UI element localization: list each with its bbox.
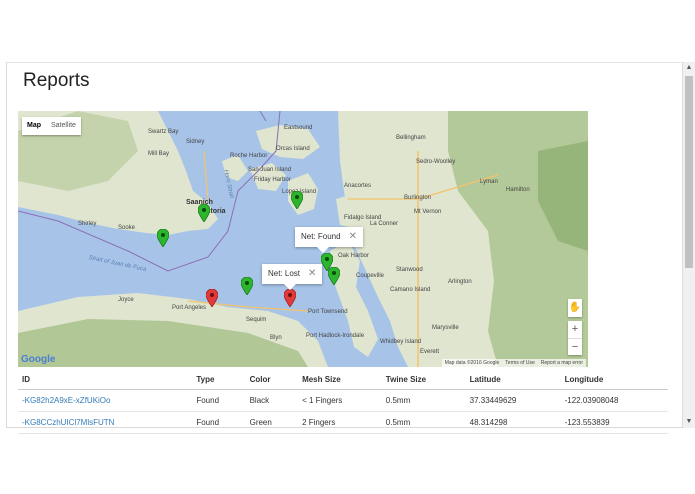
column-header-twine-size[interactable]: Twine Size — [381, 369, 466, 390]
found-marker[interactable] — [198, 204, 210, 222]
place-label: Coupeville — [356, 273, 385, 279]
place-label: La Conner — [370, 221, 399, 227]
map-attribution: Map data ©2016 Google Terms of Use Repor… — [441, 359, 586, 367]
place-label: Lyman — [480, 179, 498, 185]
report-id-link[interactable]: -KG8CCzhUICl7MlsFUTN — [22, 418, 114, 427]
place-label: Whidbey Island — [380, 339, 422, 345]
place-label: San Juan Island — [248, 167, 292, 173]
column-header-latitude[interactable]: Latitude — [465, 369, 561, 390]
cell-longitude: -123.553839 — [560, 411, 668, 434]
place-label: Oak Harbor — [338, 253, 370, 259]
cell-id: -KG8CCzhUICl7MlsFUTN — [18, 411, 193, 434]
cell-longitude: -122.03908048 — [560, 389, 668, 412]
place-label: Marysville — [432, 325, 459, 331]
map-type-map-button[interactable]: Map — [22, 117, 46, 135]
column-header-color[interactable]: Color — [245, 369, 299, 390]
place-label: Bellingham — [396, 135, 426, 141]
cell-type: Found — [192, 389, 246, 412]
place-label: Camano Island — [390, 287, 431, 293]
place-label: Sidney — [186, 139, 205, 145]
place-label: Mill Bay — [148, 151, 170, 157]
zoom-control: + − — [568, 321, 582, 355]
place-label: Stanwood — [396, 267, 423, 273]
cell-twine-size: 0.5mm — [381, 411, 466, 434]
zoom-out-button[interactable]: − — [568, 339, 582, 356]
place-label: Blyn — [270, 335, 282, 341]
zoom-in-button[interactable]: + — [568, 321, 582, 339]
cell-mesh-size: < 1 Fingers — [298, 389, 382, 412]
column-header-longitude[interactable]: Longitude — [560, 369, 668, 390]
info-window-label: Net: Lost — [268, 269, 301, 278]
place-label: Swartz Bay — [148, 129, 179, 135]
report-error-link[interactable]: Report a map error — [541, 360, 583, 366]
scroll-up-arrow-icon[interactable]: ▲ — [683, 62, 695, 74]
cell-latitude: 37.33449629 — [465, 389, 561, 412]
place-label: Sequim — [246, 317, 267, 323]
place-label: Anacortes — [344, 183, 372, 189]
place-label: Burlington — [404, 195, 432, 201]
cell-color: Black — [245, 389, 299, 412]
column-header-id[interactable]: ID — [18, 369, 193, 390]
column-header-type[interactable]: Type — [192, 369, 246, 390]
place-label: Sedro-Woolley — [416, 159, 456, 165]
close-icon[interactable]: ✕ — [308, 268, 316, 279]
place-label: Sooke — [118, 225, 136, 231]
reports-table: ID Type Color Mesh Size Twine Size Latit… — [18, 369, 668, 434]
place-label: Eastsound — [284, 125, 313, 131]
place-label: Orcas Island — [276, 146, 310, 152]
place-label: Everett — [420, 349, 440, 355]
place-label: Port Angeles — [172, 305, 207, 311]
cell-latitude: 48.314298 — [465, 411, 561, 434]
found-marker[interactable] — [291, 191, 303, 209]
pegman-icon[interactable]: ✋ — [568, 299, 582, 317]
info-window-lost: Net: Lost ✕ — [262, 264, 323, 290]
page-title: Reports — [23, 70, 90, 91]
table-row: -KG82h2A9xE-xZfUKiOo Found Black < 1 Fin… — [18, 389, 668, 412]
place-label: Friday Harbor — [254, 177, 291, 183]
cell-color: Green — [245, 411, 299, 434]
column-header-mesh-size[interactable]: Mesh Size — [298, 369, 382, 390]
frame-top-border — [6, 62, 682, 63]
map[interactable]: Map Satellite Swartz Bay Mill Bay Sidney… — [18, 111, 588, 367]
info-window-label: Net: Found — [301, 232, 341, 241]
found-marker[interactable] — [157, 229, 169, 247]
scroll-thumb[interactable] — [685, 76, 693, 268]
vertical-scrollbar[interactable]: ▲ ▼ — [682, 62, 695, 428]
table-row: -KG8CCzhUICl7MlsFUTN Found Green 2 Finge… — [18, 411, 668, 434]
terms-link[interactable]: Terms of Use — [505, 360, 534, 366]
google-logo: Google — [21, 354, 56, 365]
cell-twine-size: 0.5mm — [381, 389, 466, 412]
cell-id: -KG82h2A9xE-xZfUKiOo — [18, 389, 193, 412]
place-label: Hamilton — [506, 187, 530, 193]
table-header-row: ID Type Color Mesh Size Twine Size Latit… — [18, 369, 668, 390]
close-icon[interactable]: ✕ — [349, 231, 357, 242]
place-label: Shirley — [78, 221, 97, 227]
info-window-found: Net: Found ✕ — [295, 227, 363, 253]
cell-mesh-size: 2 Fingers — [298, 411, 382, 434]
lost-marker[interactable] — [206, 289, 218, 307]
place-label: Arlington — [448, 279, 472, 285]
place-label: Roche Harbor — [230, 153, 268, 159]
frame-left-border — [6, 62, 7, 428]
place-label: Joyce — [118, 297, 134, 303]
cell-type: Found — [192, 411, 246, 434]
map-type-control: Map Satellite — [22, 117, 81, 135]
map-type-satellite-button[interactable]: Satellite — [46, 117, 81, 135]
scroll-down-arrow-icon[interactable]: ▼ — [683, 416, 695, 428]
place-label: Port Townsend — [308, 309, 348, 315]
report-id-link[interactable]: -KG82h2A9xE-xZfUKiOo — [22, 396, 110, 405]
place-label: Mt Vernon — [414, 209, 442, 215]
place-label: Port Hadlock-Irondale — [306, 333, 365, 339]
map-data-credit: Map data ©2016 Google — [444, 360, 500, 366]
found-marker[interactable] — [328, 267, 340, 285]
lost-marker[interactable] — [284, 289, 296, 307]
found-marker[interactable] — [241, 277, 253, 295]
